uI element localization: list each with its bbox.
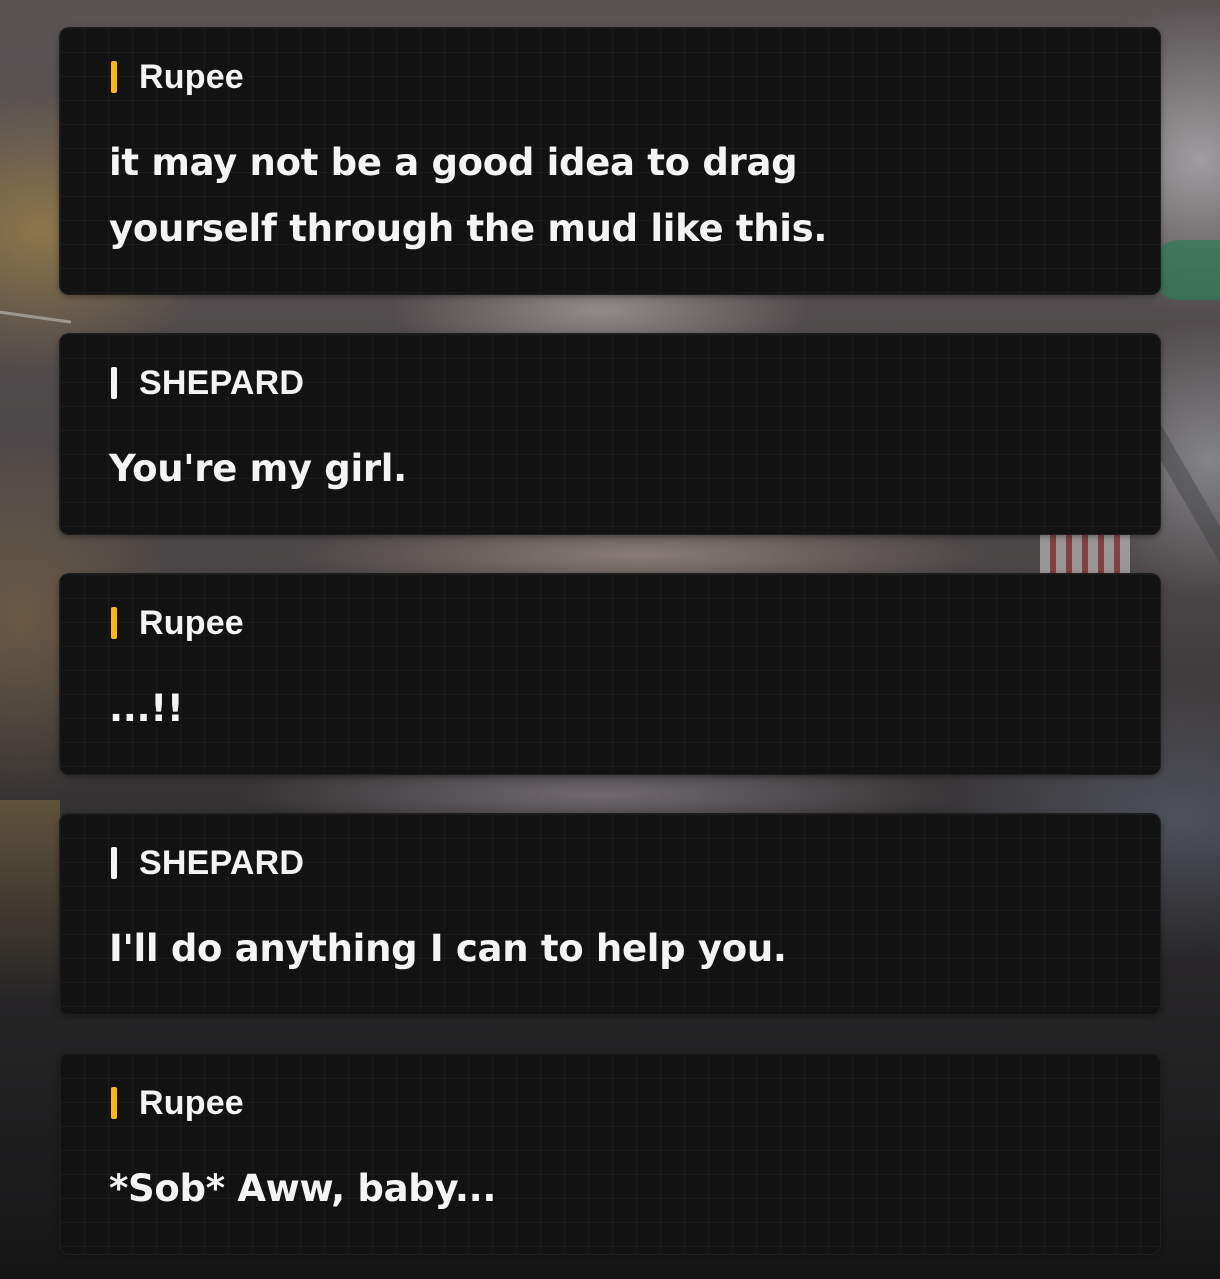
dialogue-entry[interactable]: SHEPARD You're my girl. <box>59 333 1161 535</box>
dialogue-log[interactable]: Rupee it may not be a good idea to drag … <box>59 27 1161 1255</box>
background-detail <box>0 800 60 1000</box>
speaker-label: SHEPARD <box>111 843 305 882</box>
speaker-name: SHEPARD <box>139 843 305 882</box>
speaker-label: SHEPARD <box>111 363 305 402</box>
speaker-label: Rupee <box>111 57 244 96</box>
dialogue-entry[interactable]: SHEPARD I'll do anything I can to help y… <box>59 813 1161 1015</box>
speaker-marker <box>111 1087 117 1119</box>
speaker-marker <box>111 367 117 399</box>
dialogue-entry[interactable]: Rupee it may not be a good idea to drag … <box>59 27 1161 295</box>
dialogue-text: *Sob* Aww, baby... <box>109 1167 497 1210</box>
speaker-marker <box>111 607 117 639</box>
speaker-name: SHEPARD <box>139 363 305 402</box>
dialogue-entry[interactable]: Rupee ...!! <box>59 573 1161 775</box>
speaker-marker <box>111 847 117 879</box>
speaker-label: Rupee <box>111 603 244 642</box>
dialogue-text: it may not be a good idea to drag yourse… <box>109 141 828 250</box>
dialogue-text: You're my girl. <box>109 447 407 490</box>
speaker-name: Rupee <box>139 603 244 642</box>
speaker-label: Rupee <box>111 1083 244 1122</box>
speaker-name: Rupee <box>139 57 244 96</box>
dialogue-entry[interactable]: Rupee *Sob* Aww, baby... <box>59 1053 1161 1255</box>
dialogue-text: I'll do anything I can to help you. <box>109 927 787 970</box>
speaker-marker <box>111 61 117 93</box>
dialogue-text: ...!! <box>109 687 184 730</box>
speaker-name: Rupee <box>139 1083 244 1122</box>
